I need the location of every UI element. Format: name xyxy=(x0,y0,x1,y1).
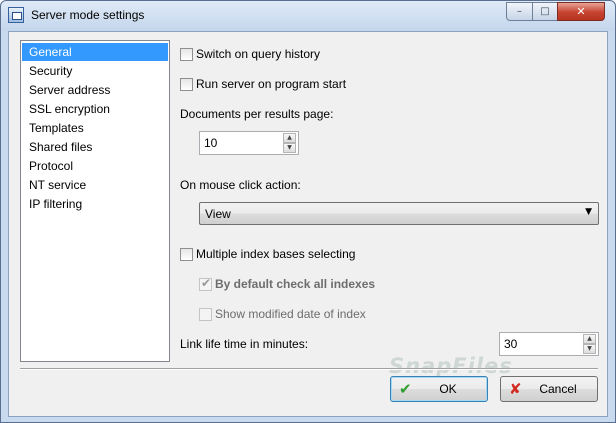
window-title: Server mode settings xyxy=(31,8,145,22)
footer-divider xyxy=(20,368,598,370)
show-modified-date-label: Show modified date of index xyxy=(215,307,366,321)
docs-per-page-spin-buttons: ▲ ▼ xyxy=(283,133,296,153)
multiple-index-checkbox-row[interactable]: Multiple index bases selecting xyxy=(180,246,380,262)
dialog-client-area: General Security Server address SSL encr… xyxy=(8,31,608,417)
run-on-start-label: Run server on program start xyxy=(196,77,347,91)
minimize-button[interactable]: – xyxy=(506,2,533,21)
nav-item-general[interactable]: General xyxy=(22,43,168,61)
docs-per-page-value[interactable]: 10 xyxy=(204,136,217,150)
ok-button[interactable]: ✔ OK xyxy=(390,376,488,402)
nav-item-shared-files[interactable]: Shared files xyxy=(22,138,168,156)
checkmark-icon: ✔ xyxy=(201,276,212,290)
snapfiles-watermark: SnapFiles xyxy=(389,354,513,378)
check-all-indexes-checkbox[interactable]: ✔ xyxy=(199,276,212,291)
nav-item-nt-service[interactable]: NT service xyxy=(22,176,168,194)
spin-down-icon[interactable]: ▼ xyxy=(283,143,296,153)
show-modified-date-checkbox[interactable] xyxy=(199,308,212,321)
link-life-spin-buttons: ▲ ▼ xyxy=(583,334,596,354)
check-all-indexes-checkbox-row[interactable]: ✔ By default check all indexes xyxy=(199,276,399,292)
mouse-click-label: On mouse click action: xyxy=(180,178,301,192)
show-modified-date-checkbox-row[interactable]: Show modified date of index xyxy=(199,306,389,322)
app-icon xyxy=(8,7,24,23)
nav-item-templates[interactable]: Templates xyxy=(22,119,168,137)
cancel-button-label: Cancel xyxy=(539,382,577,396)
ok-button-label: OK xyxy=(439,382,457,396)
multiple-index-checkbox[interactable] xyxy=(180,248,193,261)
spin-up-icon[interactable]: ▲ xyxy=(583,334,596,344)
maximize-button[interactable]: □ xyxy=(532,2,558,21)
close-button[interactable]: ✕ xyxy=(557,2,605,21)
run-on-start-checkbox-row[interactable]: Run server on program start xyxy=(180,76,370,92)
multiple-index-label: Multiple index bases selecting xyxy=(196,247,356,261)
settings-category-list[interactable]: General Security Server address SSL encr… xyxy=(20,40,170,362)
settings-window: Server mode settings – □ ✕ General Secur… xyxy=(0,0,616,423)
link-life-value[interactable]: 30 xyxy=(504,337,517,351)
query-history-checkbox[interactable] xyxy=(180,48,193,61)
mouse-click-action-select[interactable]: View ▼ xyxy=(199,202,599,225)
mouse-click-action-value: View xyxy=(205,207,231,221)
nav-item-ssl-encryption[interactable]: SSL encryption xyxy=(22,100,168,118)
run-on-start-checkbox[interactable] xyxy=(180,78,193,91)
check-all-indexes-label: By default check all indexes xyxy=(215,277,376,291)
nav-item-server-address[interactable]: Server address xyxy=(22,81,168,99)
spin-up-icon[interactable]: ▲ xyxy=(283,133,296,143)
chevron-down-icon[interactable]: ▼ xyxy=(585,207,592,217)
docs-per-page-spinner[interactable]: 10 ▲ ▼ xyxy=(199,131,299,155)
nav-item-protocol[interactable]: Protocol xyxy=(22,157,168,175)
query-history-checkbox-row[interactable]: Switch on query history xyxy=(180,46,350,62)
link-life-label: Link life time in minutes: xyxy=(180,337,309,351)
link-life-spinner[interactable]: 30 ▲ ▼ xyxy=(499,332,599,356)
docs-per-page-label: Documents per results page: xyxy=(180,107,334,121)
nav-item-ip-filtering[interactable]: IP filtering xyxy=(22,195,168,213)
title-bar[interactable]: Server mode settings – □ ✕ xyxy=(1,1,615,31)
query-history-label: Switch on query history xyxy=(196,47,321,61)
cancel-button[interactable]: ✘ Cancel xyxy=(500,376,598,402)
spin-down-icon[interactable]: ▼ xyxy=(583,344,596,354)
nav-item-security[interactable]: Security xyxy=(22,62,168,80)
